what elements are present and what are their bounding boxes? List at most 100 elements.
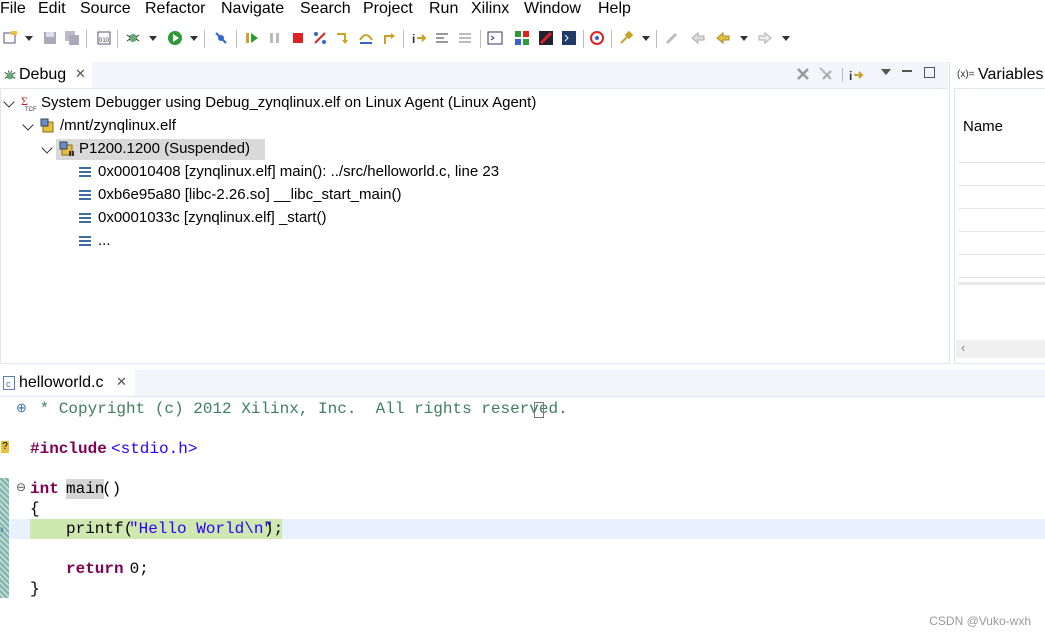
tab-debug-label: Debug	[19, 66, 67, 83]
terminate-icon[interactable]	[290, 30, 306, 46]
svg-text:i: i	[412, 32, 415, 46]
last-edit-icon[interactable]	[690, 30, 706, 46]
binary-icon[interactable]: 010	[96, 30, 112, 46]
program-fpga-icon[interactable]	[538, 30, 554, 46]
change-ruler	[0, 478, 9, 598]
edit-icon[interactable]	[664, 30, 680, 46]
view-menu-icon[interactable]	[881, 69, 891, 75]
menu-navigate[interactable]: Navigate	[221, 0, 284, 18]
debug-icon[interactable]	[125, 30, 141, 46]
launch-node[interactable]: System Debugger using Debug_zynqlinux.el…	[41, 93, 536, 113]
stack-frame[interactable]: 0x00010408 [zynqlinux.elf] main(): ../sr…	[98, 162, 499, 182]
pin-icon[interactable]	[618, 30, 634, 46]
stack-frame[interactable]: ...	[98, 231, 111, 251]
tab-variables-label: Variables	[978, 66, 1044, 83]
menu-xilinx[interactable]: Xilinx	[471, 0, 509, 18]
svg-text:c: c	[6, 379, 11, 389]
save-icon[interactable]	[42, 30, 58, 46]
collapse-fold-icon[interactable]: ⊖	[16, 480, 26, 494]
menu-file[interactable]: File	[0, 0, 26, 18]
step-into-icon[interactable]	[335, 30, 351, 46]
thread-node[interactable]: P1200.1200 (Suspended)	[79, 139, 250, 159]
target-icon[interactable]	[589, 30, 605, 46]
run-icon[interactable]	[167, 30, 183, 46]
warning-marker-icon[interactable]: ?	[1, 441, 9, 453]
column-header-name[interactable]: Name	[963, 118, 1003, 135]
debug-dropdown-icon[interactable]	[149, 36, 157, 41]
tcf-launch-icon: ΣTCF	[21, 95, 37, 111]
tab-debug[interactable]: Debug ✕	[0, 62, 92, 88]
new-dropdown-icon[interactable]	[25, 36, 33, 41]
instruction-stepping-mode-icon[interactable]: i	[848, 67, 864, 83]
step-over-icon[interactable]	[358, 30, 374, 46]
console-icon[interactable]	[487, 30, 503, 46]
horizontal-scrollbar[interactable]: ‹	[956, 340, 1045, 358]
remove-all-terminated-icon[interactable]	[818, 66, 834, 82]
stack-frame-icon	[79, 236, 91, 247]
resume-icon[interactable]	[244, 30, 260, 46]
menu-edit[interactable]: Edit	[38, 0, 66, 18]
forward-icon[interactable]	[757, 30, 773, 46]
skip-breakpoints-icon[interactable]	[213, 30, 229, 46]
code-printf-call: printf(	[66, 520, 134, 538]
close-icon[interactable]: ✕	[116, 374, 127, 390]
menu-source[interactable]: Source	[80, 0, 131, 18]
close-icon[interactable]: ✕	[75, 66, 86, 82]
menu-help[interactable]: Help	[598, 0, 631, 18]
maximize-icon[interactable]	[924, 67, 935, 78]
code-return-value: 0;	[120, 560, 149, 578]
code-editor[interactable]: ⊕ * Copyright (c) 2012 Xilinx, Inc. All …	[0, 397, 1045, 636]
hardware-icon[interactable]	[514, 30, 530, 46]
stack-frame[interactable]: 0x0001033c [zynqlinux.elf] _start()	[98, 208, 326, 228]
menu-search[interactable]: Search	[300, 0, 351, 18]
process-node[interactable]: /mnt/zynqlinux.elf	[60, 116, 176, 136]
code-string-literal: "Hello World\n"	[129, 520, 274, 538]
menu-project[interactable]: Project	[363, 0, 413, 18]
new-icon[interactable]	[2, 30, 18, 46]
thread-suspended-icon	[59, 141, 74, 156]
back-icon[interactable]	[715, 30, 731, 46]
step-return-icon[interactable]	[381, 30, 397, 46]
toolbar-separator	[117, 30, 118, 48]
variables-view	[954, 62, 1045, 364]
table-row	[958, 185, 1045, 186]
vertical-splitter[interactable]	[958, 282, 1045, 285]
toolbar-separator	[480, 30, 481, 48]
run-dropdown-icon[interactable]	[190, 36, 198, 41]
toolbar-separator	[583, 30, 584, 48]
toolbar-separator	[403, 30, 404, 48]
instruction-pointer-icon: ›	[0, 522, 4, 536]
tab-helloworld-c[interactable]: c helloworld.c ✕	[0, 370, 135, 396]
folded-region-marker[interactable]	[534, 402, 544, 418]
scroll-left-icon[interactable]: ‹	[961, 340, 965, 355]
stack-frame-icon	[79, 190, 91, 201]
minimize-icon[interactable]	[902, 70, 912, 72]
instruction-stepping-icon[interactable]: i	[411, 30, 427, 46]
use-step-filters-icon[interactable]	[457, 30, 473, 46]
expand-fold-icon[interactable]: ⊕	[16, 400, 27, 416]
code-keyword-return: return	[66, 560, 124, 578]
editor-tab-bar: c helloworld.c ✕	[0, 370, 1045, 397]
disconnect-icon[interactable]	[312, 30, 328, 46]
back-dropdown-icon[interactable]	[740, 36, 748, 41]
save-all-icon[interactable]	[64, 30, 80, 46]
menu-window[interactable]: Window	[524, 0, 581, 18]
suspend-icon[interactable]	[267, 30, 283, 46]
debug-tab-bar: Debug ✕ i	[0, 62, 948, 89]
stack-frame[interactable]: 0xb6e95a80 [libc-2.26.so] __libc_start_m…	[98, 185, 402, 205]
svg-text:010: 010	[99, 38, 110, 44]
menu-run[interactable]: Run	[429, 0, 458, 18]
code-function-main: main	[66, 479, 105, 499]
remove-terminated-icon[interactable]	[795, 66, 811, 82]
drop-to-frame-icon[interactable]	[434, 30, 450, 46]
code-close-brace: }	[30, 580, 40, 598]
pin-dropdown-icon[interactable]	[642, 36, 650, 41]
menu-refactor[interactable]: Refactor	[145, 0, 205, 18]
tab-variables[interactable]: (x)= Variables	[954, 62, 1045, 88]
code-printf-end: );	[264, 520, 284, 538]
forward-dropdown-icon[interactable]	[782, 36, 790, 41]
variables-tab-bar: (x)= Variables	[954, 62, 1045, 89]
tab-helloworld-label: helloworld.c	[19, 374, 104, 391]
table-row	[958, 208, 1045, 209]
xsct-console-icon[interactable]	[561, 30, 577, 46]
